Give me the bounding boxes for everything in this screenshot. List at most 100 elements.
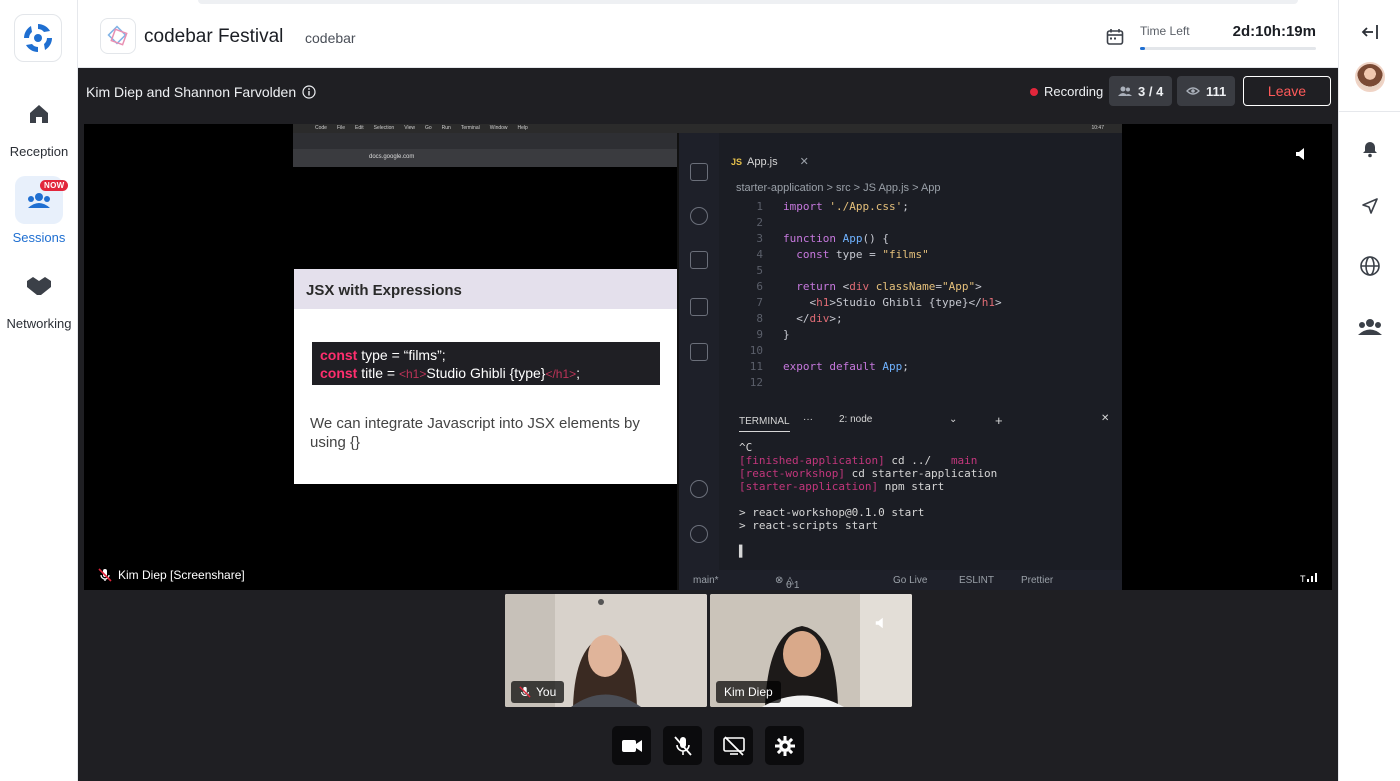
search-icon: [690, 207, 708, 225]
extensions-icon: [690, 343, 708, 361]
signal-strength-icon: T: [1300, 570, 1322, 588]
mic-muted-icon: [519, 686, 531, 698]
event-logo[interactable]: [100, 18, 136, 54]
collapse-sidebar-button[interactable]: [1339, 22, 1400, 42]
language-button[interactable]: [1339, 255, 1400, 277]
account-icon: [690, 480, 708, 498]
nav-label-reception: Reception: [9, 144, 69, 159]
run-icon: [690, 298, 708, 316]
home-icon: [15, 90, 63, 138]
header: codebar Festival codebar Time Left 2d:10…: [78, 0, 1338, 68]
mac-menu-bar: Code File Edit Selection View Go Run Terminal Wi…: [293, 124, 1122, 133]
time-left-value: 2d:10h:19m: [1232, 23, 1316, 40]
calendar-icon[interactable]: [1106, 28, 1124, 51]
settings-gear-icon: [690, 525, 708, 543]
recording-indicator: Recording: [1030, 84, 1103, 99]
globe-icon: [1360, 256, 1380, 276]
editor-activity-bar: [679, 133, 719, 590]
time-left-progress-fill: [1140, 47, 1146, 50]
screenshare-label: Kim Diep [Screenshare]: [98, 568, 245, 582]
main-video[interactable]: Code File Edit Selection View Go Run Terminal Wi…: [84, 124, 1332, 590]
recording-label: Recording: [1044, 84, 1104, 99]
nav-item-sessions[interactable]: NOW Sessions: [0, 176, 78, 245]
video-camera-icon: [621, 739, 642, 752]
screenshare-toggle-button[interactable]: [714, 726, 753, 765]
terminal-header: TERMINAL ··· 2: node ⌄ + ✕: [719, 409, 1122, 433]
screen-share-off-icon: [722, 735, 745, 756]
svg-text:T: T: [1300, 574, 1306, 583]
nav-label-sessions: Sessions: [12, 230, 66, 245]
camera-toggle-button[interactable]: [612, 726, 651, 765]
call-controls: [612, 726, 804, 765]
participant-tile-kim[interactable]: Kim Diep: [710, 594, 912, 707]
messages-button[interactable]: [1339, 197, 1400, 215]
viewers-count: 111: [1206, 83, 1227, 99]
participants-count-pill[interactable]: 3 / 4: [1109, 76, 1173, 106]
slide-body-text: We can integrate Javascript into JSX ele…: [310, 415, 640, 451]
explorer-icon: [690, 163, 708, 181]
slide-code-line-2: const title = <h1>Studio Ghibli {type}</…: [320, 365, 581, 381]
code-editor-window: JS App.js ✕ starter-application > src > JS…: [679, 133, 1122, 590]
slide-code-line-1: const type = “films”;: [320, 347, 446, 363]
browser-url-bar: docs.google.com: [293, 149, 677, 167]
left-sidebar: Reception NOW Sessions Networking: [0, 0, 78, 781]
avatar: [1355, 62, 1385, 92]
source-control-icon: [690, 251, 708, 269]
event-logo-icon: [107, 25, 128, 46]
status-golive: Go Live: [893, 575, 928, 586]
eye-icon: [1186, 87, 1200, 95]
people-icon: [1358, 319, 1382, 335]
status-branch: main*: [693, 575, 719, 586]
browser-url: docs.google.com: [369, 154, 415, 160]
participant-tile-you[interactable]: You: [505, 594, 707, 707]
editor-breadcrumb: starter-application > src > JS App.js > …: [736, 182, 941, 194]
editor-code: 1 import './App.css'; 2 3 function App() {…: [749, 200, 1002, 389]
browser-window: docs.google.com JSX with Expressions con…: [293, 133, 677, 590]
slide-header: JSX with Expressions: [294, 269, 677, 309]
app-root: Reception NOW Sessions Networking codeba…: [0, 0, 1400, 781]
organizer-name[interactable]: codebar: [305, 30, 356, 46]
recording-dot: [1030, 87, 1038, 96]
terminal-output: ^C [finished-application] cd ../ main [r…: [739, 441, 998, 558]
slide-title: JSX with Expressions: [306, 282, 462, 299]
terminal-tab: TERMINAL: [739, 416, 790, 432]
nav-item-networking[interactable]: Networking: [0, 262, 78, 331]
event-title: codebar Festival: [144, 26, 284, 47]
status-eslint: ESLINT: [959, 575, 995, 586]
browser-tabs: [293, 133, 677, 149]
session-title-text: Kim Diep and Shannon Farvolden: [86, 84, 297, 100]
viewers-count-pill[interactable]: 111: [1177, 76, 1236, 106]
app-logo[interactable]: [14, 14, 62, 62]
send-icon: [1362, 198, 1378, 214]
presentation-slide: JSX with Expressions const type = “films…: [294, 269, 677, 484]
status-prettier: Prettier: [1021, 575, 1054, 586]
notifications-button[interactable]: [1339, 140, 1400, 158]
people-button[interactable]: [1339, 316, 1400, 338]
nav-label-networking: Networking: [6, 316, 72, 331]
editor-tab: JS App.js ✕: [731, 156, 809, 168]
top-strip: [198, 0, 1298, 4]
participant-name-you: You: [511, 681, 565, 703]
mic-off-icon: [673, 735, 692, 756]
mic-toggle-button[interactable]: [663, 726, 702, 765]
screenshare-label-text: Kim Diep [Screenshare]: [118, 568, 245, 582]
session-stage: Kim Diep and Shannon Farvolden Recording…: [78, 68, 1338, 781]
people-small-icon: [1118, 86, 1132, 96]
participants-count: 3 / 4: [1138, 83, 1164, 99]
nav-item-reception[interactable]: Reception: [0, 90, 78, 159]
app-logo-icon: [24, 24, 52, 52]
participant-name-kim: Kim Diep: [716, 681, 781, 703]
terminal-select: 2: node: [839, 414, 873, 425]
leave-button[interactable]: Leave: [1243, 76, 1331, 106]
slide-code-box: const type = “films”; const title = <h1>…: [312, 342, 660, 385]
arrow-left-bar-icon: [1361, 25, 1378, 39]
time-left-progress: [1140, 47, 1316, 50]
mic-muted-icon: [98, 568, 112, 582]
handshake-icon: [15, 262, 63, 310]
settings-button[interactable]: [765, 726, 804, 765]
profile-avatar-button[interactable]: [1339, 62, 1400, 92]
info-icon[interactable]: [302, 85, 316, 99]
speaker-icon[interactable]: [1294, 146, 1310, 167]
status-errors: ⊗ 0 △ 1: [775, 575, 800, 590]
speaker-icon: [874, 616, 888, 635]
